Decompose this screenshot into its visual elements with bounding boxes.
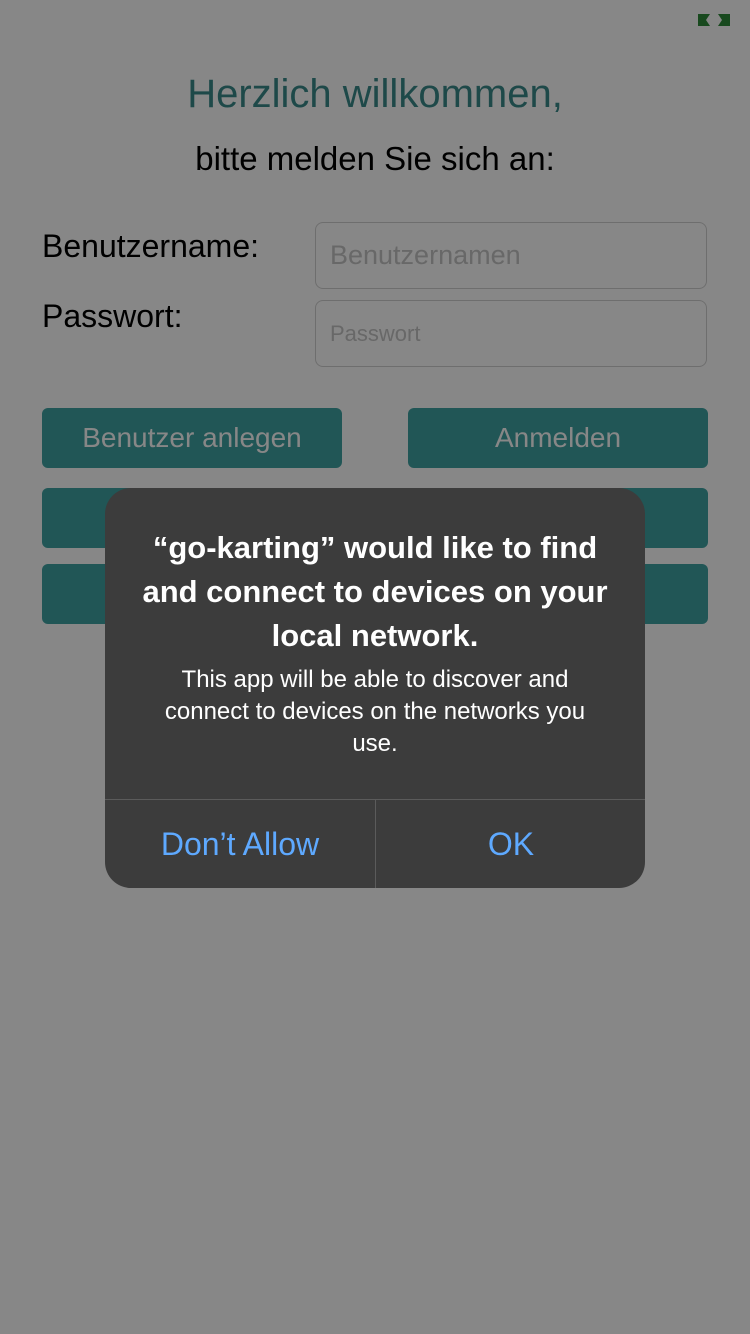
alert-title: “go-karting” would like to find and conn… <box>142 530 608 653</box>
ok-button[interactable]: OK <box>376 800 645 888</box>
dont-allow-button[interactable]: Don’t Allow <box>105 800 375 888</box>
alert-message: This app will be able to discover and co… <box>164 666 586 757</box>
local-network-alert: “go-karting” would like to find and conn… <box>105 488 645 888</box>
